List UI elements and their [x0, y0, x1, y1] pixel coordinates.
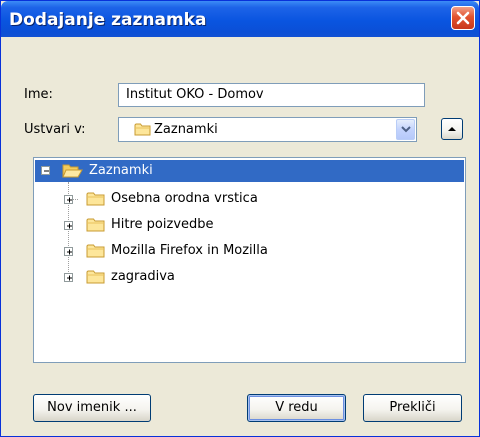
tree-root-label: Zaznamki: [89, 163, 153, 178]
close-icon: [456, 11, 470, 25]
tree-item[interactable]: Hitre poizvedbe: [34, 214, 464, 236]
tree-item-label: Hitre poizvedbe: [111, 217, 214, 232]
expand-icon[interactable]: [64, 247, 73, 256]
collapse-icon[interactable]: [41, 166, 50, 175]
tree-item-label: Osebna orodna vrstica: [111, 191, 258, 206]
tree-item[interactable]: zagradiva: [34, 266, 464, 288]
folder-icon: [86, 244, 105, 258]
bookmark-dialog: Dodajanje zaznamka Ime: Institut OKO - D…: [0, 0, 480, 437]
tree-item-label: zagradiva: [111, 269, 175, 284]
folder-icon: [86, 218, 105, 232]
folder-open-icon: [62, 164, 83, 178]
name-label: Ime:: [24, 87, 53, 102]
folder-tree[interactable]: Zaznamki Osebna orodna vrstica Hitre poi…: [33, 157, 466, 363]
new-folder-button[interactable]: Nov imenik ...: [33, 394, 151, 422]
chevron-down-icon: [401, 126, 411, 133]
expand-icon[interactable]: [64, 221, 73, 230]
tree-item[interactable]: Mozilla Firefox in Mozilla: [34, 240, 464, 262]
window-title: Dodajanje zaznamka: [9, 10, 207, 30]
close-button[interactable]: [451, 6, 475, 30]
folder-icon: [86, 192, 105, 206]
ok-button[interactable]: V redu: [247, 394, 346, 422]
create-in-label: Ustvari v:: [24, 122, 86, 137]
tree-item-label: Mozilla Firefox in Mozilla: [111, 243, 268, 258]
folder-icon: [86, 270, 105, 284]
cancel-button[interactable]: Prekliči: [363, 394, 462, 422]
tree-root[interactable]: Zaznamki: [35, 160, 464, 182]
expand-icon[interactable]: [64, 273, 73, 282]
name-input[interactable]: Institut OKO - Domov: [118, 83, 425, 107]
tree-item[interactable]: Osebna orodna vrstica: [34, 188, 464, 210]
collapse-tree-button[interactable]: [441, 118, 463, 140]
create-in-value: Zaznamki: [154, 122, 218, 137]
folder-icon: [134, 123, 151, 136]
dropdown-button[interactable]: [396, 119, 415, 140]
title-bar[interactable]: Dodajanje zaznamka: [1, 1, 479, 37]
triangle-up-icon: [448, 127, 456, 131]
expand-icon[interactable]: [64, 195, 73, 204]
create-in-select[interactable]: Zaznamki: [118, 117, 417, 142]
